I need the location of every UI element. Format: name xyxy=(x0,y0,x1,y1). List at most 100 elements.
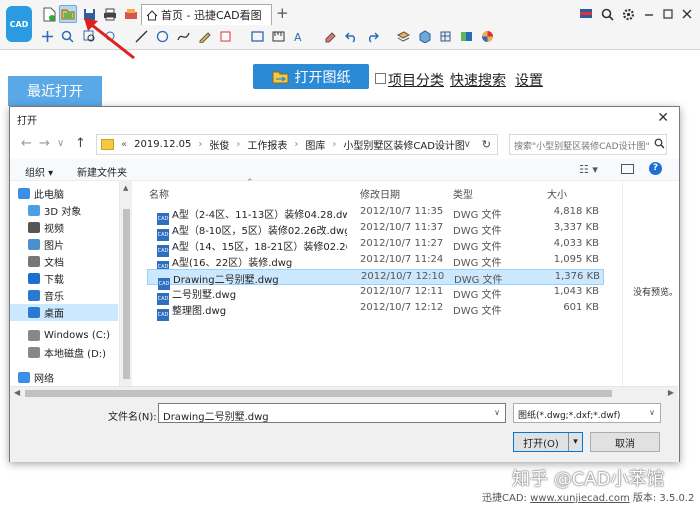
pan-icon[interactable] xyxy=(38,27,56,45)
file-row[interactable]: CAD A型(16、22区）装修.dwg 2012/10/7 11:24 DWG 文件… xyxy=(147,253,604,273)
file-row[interactable]: CAD A型（14、15区，18-21区）装修02.26... 2012/10/7 … xyxy=(147,237,604,257)
tab-home[interactable]: 首页 - 迅捷CAD看图 xyxy=(141,4,272,25)
file-cell-modified: 2012/10/7 11:24 xyxy=(360,254,450,265)
redo-icon[interactable] xyxy=(363,27,381,45)
open-file-icon[interactable] xyxy=(59,5,77,23)
nav-item[interactable]: 此电脑 xyxy=(10,185,118,202)
flag-icon[interactable] xyxy=(577,5,595,23)
recent-locations-icon[interactable]: ∨ xyxy=(57,138,64,149)
breadcrumb-item[interactable]: 张俊 xyxy=(209,137,229,152)
nav-item[interactable]: 桌面 xyxy=(10,304,118,321)
search-icon[interactable] xyxy=(654,138,665,149)
recent-files-button[interactable]: 最近打开 xyxy=(8,76,102,106)
dialog-close-icon[interactable]: ✕ xyxy=(657,110,669,126)
filename-label: 文件名(N): xyxy=(108,412,157,423)
color-wheel-icon[interactable] xyxy=(478,27,496,45)
nav-item[interactable]: 视频 xyxy=(10,219,118,236)
nav-item[interactable]: 音乐 xyxy=(10,287,118,304)
filetype-select[interactable]: 图纸(*.dwg;*.dxf;*.dwf) ∨ xyxy=(513,403,661,423)
new-tab-button[interactable]: + xyxy=(276,4,289,22)
block-icon[interactable] xyxy=(436,27,454,45)
file-cell-type: DWG 文件 xyxy=(453,286,533,301)
text-icon[interactable]: A xyxy=(290,27,308,45)
nav-item[interactable]: 本地磁盘 (D:) xyxy=(10,344,118,361)
save-icon[interactable] xyxy=(80,5,98,23)
maximize-icon[interactable] xyxy=(659,5,677,23)
version-info: 迅捷CAD: www.xunjiecad.com 版本: 3.5.0.2 xyxy=(482,489,694,504)
breadcrumb-item[interactable]: 工作报表 xyxy=(247,137,287,152)
settings-link[interactable]: 设置 xyxy=(515,70,543,90)
cancel-button[interactable]: 取消 xyxy=(590,432,660,452)
forward-icon[interactable]: → xyxy=(39,136,50,151)
filename-input[interactable]: Drawing二号别墅.dwg ∨ xyxy=(158,403,506,423)
address-dropdown-icon[interactable]: ∨ xyxy=(464,139,471,150)
measure-icon[interactable] xyxy=(269,27,287,45)
file-cell-size: 4,033 KB xyxy=(527,238,599,249)
open-drawing-button[interactable]: 打开图纸 xyxy=(253,64,369,89)
search-input[interactable]: 搜索"小型别墅区装修CAD设计图" xyxy=(509,134,667,155)
quick-search-link[interactable]: 快速搜索 xyxy=(450,70,506,90)
nav-item[interactable]: 网络 xyxy=(10,369,118,386)
window-close-icon[interactable] xyxy=(678,5,696,23)
zoom-extent-icon[interactable] xyxy=(80,27,98,45)
zoom-window-icon[interactable] xyxy=(58,27,76,45)
version-text: 版本: 3.5.0.2 xyxy=(629,493,695,504)
file-row[interactable]: CAD 二号别墅.dwg 2012/10/7 12:11 DWG 文件 1,043 KB xyxy=(147,285,604,305)
up-icon[interactable]: ↑ xyxy=(75,136,86,151)
nav-item[interactable]: 文档 xyxy=(10,253,118,270)
refresh-icon[interactable]: ↻ xyxy=(482,138,491,151)
3d-view-icon[interactable] xyxy=(415,27,433,45)
new-folder-button[interactable]: 新建文件夹 xyxy=(77,164,127,179)
column-header-type[interactable]: 类型 xyxy=(453,183,473,203)
curve-icon[interactable] xyxy=(174,27,192,45)
batch-print-icon[interactable] xyxy=(122,5,140,23)
breadcrumb-item[interactable]: 图库 xyxy=(305,137,325,152)
breadcrumb-item[interactable]: 2019.12.05 xyxy=(134,139,191,150)
horizontal-scrollbar[interactable]: ◀ ▶ xyxy=(10,386,678,399)
filename-dropdown-icon[interactable]: ∨ xyxy=(494,408,500,417)
file-row[interactable]: CAD 整理图.dwg 2012/10/7 12:12 DWG 文件 601 KB xyxy=(147,301,604,321)
column-header-size[interactable]: 大小 xyxy=(547,183,567,203)
print-icon[interactable] xyxy=(101,5,119,23)
nav-scrollbar[interactable]: ▲ ▼ xyxy=(119,181,132,403)
open-button[interactable]: 打开(O) ▾ xyxy=(513,432,583,452)
rectangle-icon[interactable] xyxy=(248,27,266,45)
file-cell-size: 601 KB xyxy=(527,302,599,313)
zoom-realtime-icon[interactable] xyxy=(101,27,119,45)
file-row[interactable]: CAD A型（2-4区、11-13区）装修04.28.dwg 2012/10/7 1… xyxy=(147,205,604,225)
compare-icon[interactable] xyxy=(457,27,475,45)
preview-pane-icon[interactable] xyxy=(621,164,634,174)
line-icon[interactable] xyxy=(132,27,150,45)
website-link[interactable]: www.xunjiecad.com xyxy=(530,493,630,504)
stamp-icon[interactable] xyxy=(216,27,234,45)
project-classify-checkbox[interactable] xyxy=(375,73,386,84)
nav-item-label: 下载 xyxy=(44,275,64,286)
column-header-modified[interactable]: 修改日期 xyxy=(360,183,400,203)
zoom-icon[interactable] xyxy=(598,5,616,23)
undo-icon[interactable] xyxy=(342,27,360,45)
breadcrumb-item[interactable]: 小型别墅区装修CAD设计图 xyxy=(343,137,465,152)
nav-item[interactable]: Windows (C:) xyxy=(10,327,118,344)
file-row[interactable]: CAD Drawing二号别墅.dwg 2012/10/7 12:10 DWG 文件 1… xyxy=(147,269,604,290)
column-header-name[interactable]: 名称 xyxy=(149,183,169,203)
breadcrumb-overflow[interactable]: « xyxy=(121,139,127,150)
view-options-icon[interactable]: ☷ ▾ xyxy=(579,163,598,176)
nav-item[interactable]: 图片 xyxy=(10,236,118,253)
file-row[interactable]: CAD A型（8-10区，5区）装修02.26改.dwg 2012/10/7 11:… xyxy=(147,221,604,241)
organize-button[interactable]: 组织 ▾ xyxy=(25,164,53,179)
project-classify-link[interactable]: 项目分类 xyxy=(388,70,444,90)
file-name: A型(16、22区）装修.dwg xyxy=(172,258,293,269)
circle-icon[interactable] xyxy=(153,27,171,45)
help-icon[interactable]: ? xyxy=(649,162,662,175)
eraser-icon[interactable] xyxy=(321,27,339,45)
address-bar[interactable]: « 2019.12.05 › 张俊 › 工作报表 › 图库 › 小型别墅区装修CAD设计… xyxy=(96,134,498,155)
back-icon[interactable]: ← xyxy=(21,136,32,151)
minimize-icon[interactable] xyxy=(640,5,658,23)
nav-item[interactable]: 3D 对象 xyxy=(10,202,118,219)
open-split-arrow-icon[interactable]: ▾ xyxy=(568,433,582,451)
pencil-icon[interactable] xyxy=(195,27,213,45)
new-file-icon[interactable] xyxy=(40,5,58,23)
gear-icon[interactable] xyxy=(619,5,637,23)
nav-item[interactable]: 下载 xyxy=(10,270,118,287)
layer-icon[interactable] xyxy=(394,27,412,45)
